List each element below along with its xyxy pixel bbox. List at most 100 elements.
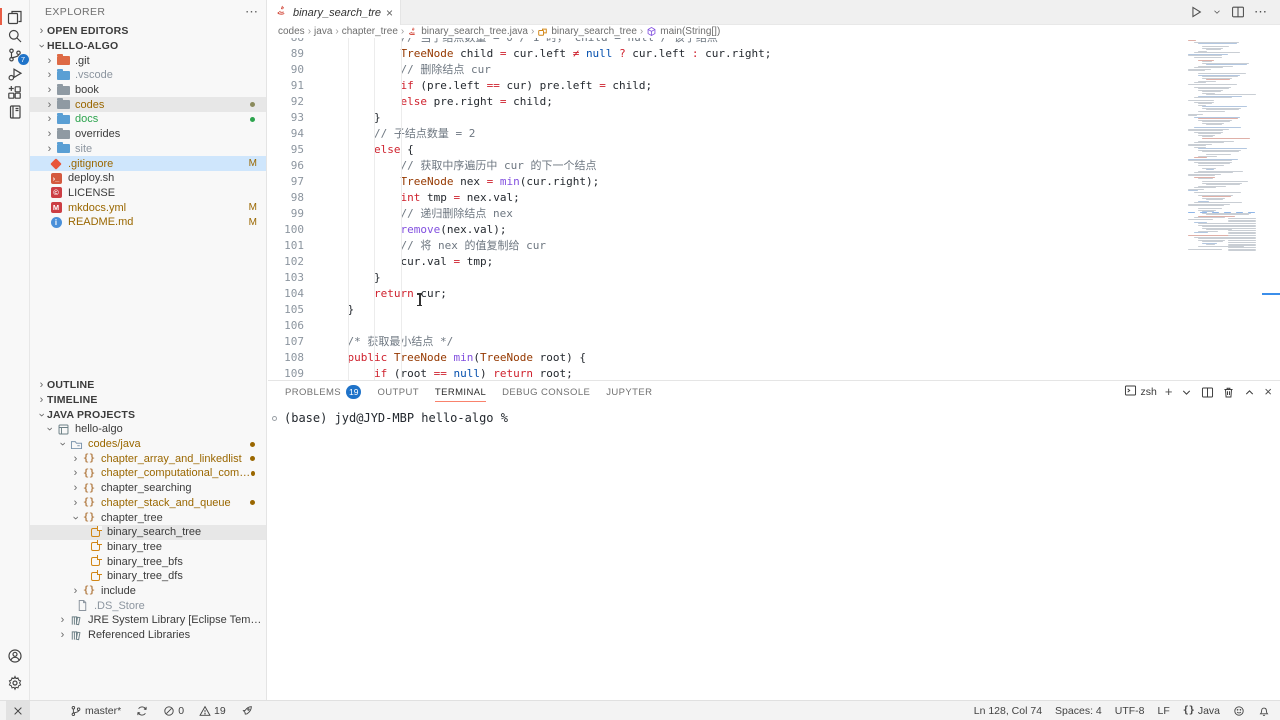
tree-item-binary-tree-bfs[interactable]: binary_tree_bfs [30, 554, 266, 569]
panel-tab-output[interactable]: OUTPUT [377, 381, 418, 403]
terminal-view[interactable]: (base) jyd@JYD-MBP hello-algo % [268, 403, 1280, 425]
section-hello-algo[interactable]: ›HELLO-ALGO [30, 39, 266, 54]
tree-item-chapter-computational-complexity[interactable]: ›{}chapter_computational_complexity [30, 466, 266, 481]
panel-tab-debug-console[interactable]: DEBUG CONSOLE [502, 381, 590, 403]
panel-tab-terminal[interactable]: TERMINAL [435, 381, 486, 403]
chevron-up-button[interactable] [1243, 386, 1256, 399]
code-line[interactable]: 100 remove(nex.val); [268, 222, 1280, 238]
split-editor-button[interactable] [1231, 5, 1245, 19]
activity-run-debug[interactable] [0, 64, 30, 83]
minimap[interactable] [1186, 38, 1262, 380]
status-feedback[interactable] [1233, 701, 1245, 720]
code-line[interactable]: 91 if (pre.left == cur) pre.left = child… [268, 78, 1280, 94]
tab-binary-search-tree[interactable]: binary_search_tree.java × [268, 0, 401, 25]
status-encoding[interactable]: UTF-8 [1115, 701, 1145, 720]
breadcrumb-item[interactable]: chapter_tree [342, 26, 398, 37]
tree-item-mkdocs-yml[interactable]: Mmkdocs.ymlM [30, 200, 266, 215]
panel-tab-jupyter[interactable]: JUPYTER [606, 381, 652, 403]
status-launch[interactable] [241, 701, 253, 720]
panel-tab-problems[interactable]: PROBLEMS19 [285, 381, 361, 403]
status-eol[interactable]: LF [1158, 701, 1170, 720]
code-line[interactable]: 90 // 删除结点 cur [268, 62, 1280, 78]
more-button[interactable]: ⋯ [1254, 4, 1268, 20]
tree-item-codes-java[interactable]: ›codes/java [30, 437, 266, 452]
tree-item-readme-md[interactable]: iREADME.mdM [30, 215, 266, 230]
status-cursor-position[interactable]: Ln 128, Col 74 [974, 701, 1042, 720]
code-line[interactable]: 92 else pre.right = child; [268, 94, 1280, 110]
tree-item-chapter-stack-and-queue[interactable]: ›{}chapter_stack_and_queue [30, 496, 266, 511]
tree-item-binary-tree-dfs[interactable]: binary_tree_dfs [30, 569, 266, 584]
code-line[interactable]: 101 // 将 nex 的值复制给 cur [268, 238, 1280, 254]
activity-account[interactable] [0, 647, 30, 665]
tree-item-include[interactable]: ›{}include [30, 584, 266, 599]
status-language-mode[interactable]: {}Java [1183, 701, 1220, 720]
tree-item--gitignore[interactable]: .gitignoreM [30, 156, 266, 171]
status-indentation[interactable]: Spaces: 4 [1055, 701, 1102, 720]
tree-item-deploy-sh[interactable]: ›_deploy.sh [30, 171, 266, 186]
chevron-down-button[interactable] [1180, 386, 1193, 399]
activity-search[interactable] [0, 26, 30, 45]
plus-button[interactable]: + [1165, 387, 1173, 397]
terminal-profile[interactable]: zsh [1124, 384, 1156, 400]
chevron-down-button[interactable] [1212, 7, 1222, 17]
trash-button[interactable] [1222, 386, 1235, 399]
breadcrumb-item[interactable]: binary_search_tree [537, 26, 637, 37]
code-line[interactable]: 102 cur.val = tmp; [268, 254, 1280, 270]
code-line[interactable]: 95 else { [268, 142, 1280, 158]
code-line[interactable]: 98 int tmp = nex.val; [268, 190, 1280, 206]
tree-item-chapter-tree[interactable]: ›{}chapter_tree [30, 510, 266, 525]
code-line[interactable]: 97 TreeNode nex = min(cur.right); [268, 174, 1280, 190]
code-line[interactable]: 96 // 获取中序遍历中 cur 的下一个结点 [268, 158, 1280, 174]
code-line[interactable]: 106 [268, 318, 1280, 334]
breadcrumb-item[interactable]: java [314, 26, 332, 37]
code-line[interactable]: 89 TreeNode child = cur.left ≠ null ? cu… [268, 46, 1280, 62]
tree-item-chapter-array-and-linkedlist[interactable]: ›{}chapter_array_and_linkedlist [30, 451, 266, 466]
status-errors[interactable]: 0 [163, 701, 184, 720]
close-icon[interactable]: × [386, 8, 393, 18]
tree-item-binary-search-tree[interactable]: binary_search_tree [30, 525, 266, 540]
code-line[interactable]: 103 } [268, 270, 1280, 286]
tree-item--git[interactable]: ›.git [30, 53, 266, 68]
tree-item-docs[interactable]: ›docs [30, 112, 266, 127]
section-open-editors[interactable]: ›OPEN EDITORS [30, 24, 266, 39]
status-notifications[interactable] [1258, 701, 1270, 720]
code-line[interactable]: 107 /* 获取最小结点 */ [268, 334, 1280, 350]
more-actions-icon[interactable]: ⋯ [245, 7, 258, 17]
tree-item-license[interactable]: ©LICENSE [30, 186, 266, 201]
activity-settings[interactable] [0, 674, 30, 692]
tree-item-hello-algo[interactable]: ›hello-algo [30, 422, 266, 437]
tree-item-site[interactable]: ›site [30, 142, 266, 157]
terminal-prompt[interactable]: (base) jyd@JYD-MBP hello-algo % [284, 411, 1280, 425]
code-line[interactable]: 88 // 当子结点数量 = 0 / 1 时， child = null / 该… [268, 38, 1280, 46]
tree-item-book[interactable]: ›book [30, 83, 266, 98]
section-java-projects[interactable]: ›JAVA PROJECTS [30, 407, 266, 422]
breadcrumb-item[interactable]: main(String[]) [646, 26, 720, 37]
status-git-branch[interactable]: master* [70, 701, 121, 720]
breadcrumb-item[interactable]: binary_search_tree.java [407, 26, 528, 37]
breadcrumb-item[interactable]: codes [278, 26, 305, 37]
code-line[interactable]: 94 // 子结点数量 = 2 [268, 126, 1280, 142]
code-editor[interactable]: 88 // 当子结点数量 = 0 / 1 时， child = null / 该… [268, 38, 1280, 380]
status-remote-indicator[interactable] [6, 701, 30, 720]
tree-item-jre-system-library-eclipse-temurin-17-17-[interactable]: ›JRE System Library [Eclipse Temurin 17 … [30, 613, 266, 628]
code-line[interactable]: 99 // 递归删除结点 nex [268, 206, 1280, 222]
tree-item-binary-tree[interactable]: binary_tree [30, 540, 266, 555]
activity-notebook[interactable] [0, 102, 30, 121]
code-line[interactable]: 93 } [268, 110, 1280, 126]
tree-item-referenced-libraries[interactable]: ›Referenced Libraries [30, 628, 266, 643]
section-outline[interactable]: ›OUTLINE [30, 378, 266, 393]
status-warnings[interactable]: 19 [199, 701, 226, 720]
section-timeline[interactable]: ›TIMELINE [30, 393, 266, 408]
split-editor-button[interactable] [1201, 386, 1214, 399]
tree-item-codes[interactable]: ›codes [30, 97, 266, 112]
close-button[interactable]: × [1264, 387, 1272, 397]
tree-item-chapter-searching[interactable]: ›{}chapter_searching [30, 481, 266, 496]
status-sync-status[interactable] [136, 701, 148, 720]
code-line[interactable]: 108 public TreeNode min(TreeNode root) { [268, 350, 1280, 366]
activity-extensions[interactable] [0, 83, 30, 102]
tree-item--vscode[interactable]: ›.vscode [30, 68, 266, 83]
tree-item-overrides[interactable]: ›overrides [30, 127, 266, 142]
tree-item--ds-store[interactable]: .DS_Store [30, 598, 266, 613]
activity-explorer[interactable] [0, 7, 30, 26]
run-button[interactable] [1189, 5, 1203, 19]
